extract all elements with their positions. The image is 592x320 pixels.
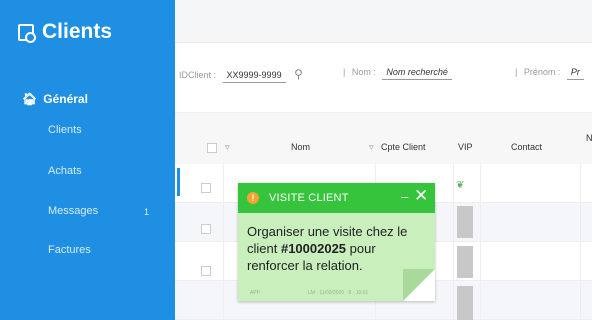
sidebar-item-messages[interactable]: Messages xyxy=(48,205,98,217)
messages-count-badge: 1 xyxy=(144,207,150,217)
filter-bar: IDClient : XX9999-9999 ⚲ | Nom : Nom rec… xyxy=(175,42,592,103)
user-search-icon[interactable]: ⚲ xyxy=(294,67,303,81)
row-checkbox[interactable] xyxy=(201,224,211,234)
clients-icon xyxy=(18,23,36,43)
separator: | xyxy=(343,67,346,77)
idclient-label: IDClient : xyxy=(179,70,217,80)
sidebar-item-achats[interactable]: Achats xyxy=(48,165,82,177)
nom-label: Nom : xyxy=(351,67,376,77)
note-title: VISITE CLIENT xyxy=(269,192,349,204)
select-all-checkbox[interactable] xyxy=(207,143,217,153)
home-icon: 🏠︎ xyxy=(22,92,38,106)
vip-indicator xyxy=(457,286,473,320)
idclient-filter[interactable]: IDClient : XX9999-9999 ⚲ xyxy=(179,67,303,83)
col-nom[interactable]: Nom xyxy=(291,142,310,152)
filter-icon[interactable]: ▿ xyxy=(225,142,230,153)
vip-leaf-icon: ❦ xyxy=(456,180,465,191)
app-title-label: Clients xyxy=(42,20,113,43)
app-title: Clients xyxy=(18,20,112,44)
note-page-fold xyxy=(403,269,435,301)
separator: | xyxy=(515,67,518,77)
row-focus-marker xyxy=(177,168,180,196)
note-body: Organiser une visite chez le client #100… xyxy=(247,223,422,274)
col-cpte-client[interactable]: Cpte Client xyxy=(381,142,426,152)
column-divider xyxy=(223,164,224,320)
note-client-id: #10002025 xyxy=(280,241,347,256)
section-general[interactable]: 🏠︎ Général xyxy=(22,92,88,106)
vip-indicator xyxy=(457,206,473,238)
sidebar: Clients 🏠︎ Général Clients Achats Messag… xyxy=(0,0,175,320)
col-next[interactable]: N xyxy=(586,133,592,143)
prenom-field[interactable]: Pr xyxy=(566,67,584,80)
note-header[interactable]: ! VISITE CLIENT – ✕ xyxy=(238,183,435,213)
row-checkbox[interactable] xyxy=(201,266,211,276)
alert-icon: ! xyxy=(247,192,259,204)
column-divider xyxy=(453,164,454,320)
nom-filter[interactable]: | Nom : Nom recherché xyxy=(343,67,452,80)
sidebar-item-clients[interactable]: Clients xyxy=(48,124,82,136)
prenom-label: Prénom : xyxy=(523,67,561,77)
vip-indicator xyxy=(457,246,473,278)
filter-icon[interactable]: ▿ xyxy=(369,142,374,153)
col-contact[interactable]: Contact xyxy=(511,142,542,152)
idclient-field[interactable]: XX9999-9999 xyxy=(222,70,286,83)
close-icon[interactable]: ✕ xyxy=(414,186,428,206)
sidebar-item-factures[interactable]: Factures xyxy=(48,244,91,256)
nom-field[interactable]: Nom recherché xyxy=(382,67,452,80)
note-meta-right: LM · 11/09/2020 · 8 · 10:01 xyxy=(308,290,369,296)
col-vip[interactable]: VIP xyxy=(458,142,473,152)
column-divider xyxy=(480,164,481,320)
note-meta-left: APP xyxy=(250,290,261,296)
prenom-filter[interactable]: | Prénom : Pr xyxy=(515,67,584,80)
minimize-icon[interactable]: – xyxy=(401,189,408,204)
table-header: ▿ Nom ▿ Cpte Client VIP Contact N xyxy=(175,112,592,166)
visit-note-popup[interactable]: ! VISITE CLIENT – ✕ Organiser une visite… xyxy=(238,183,435,301)
column-divider xyxy=(580,164,581,320)
row-checkbox[interactable] xyxy=(201,183,211,193)
section-general-label: Général xyxy=(43,92,88,106)
top-bar xyxy=(175,0,592,42)
